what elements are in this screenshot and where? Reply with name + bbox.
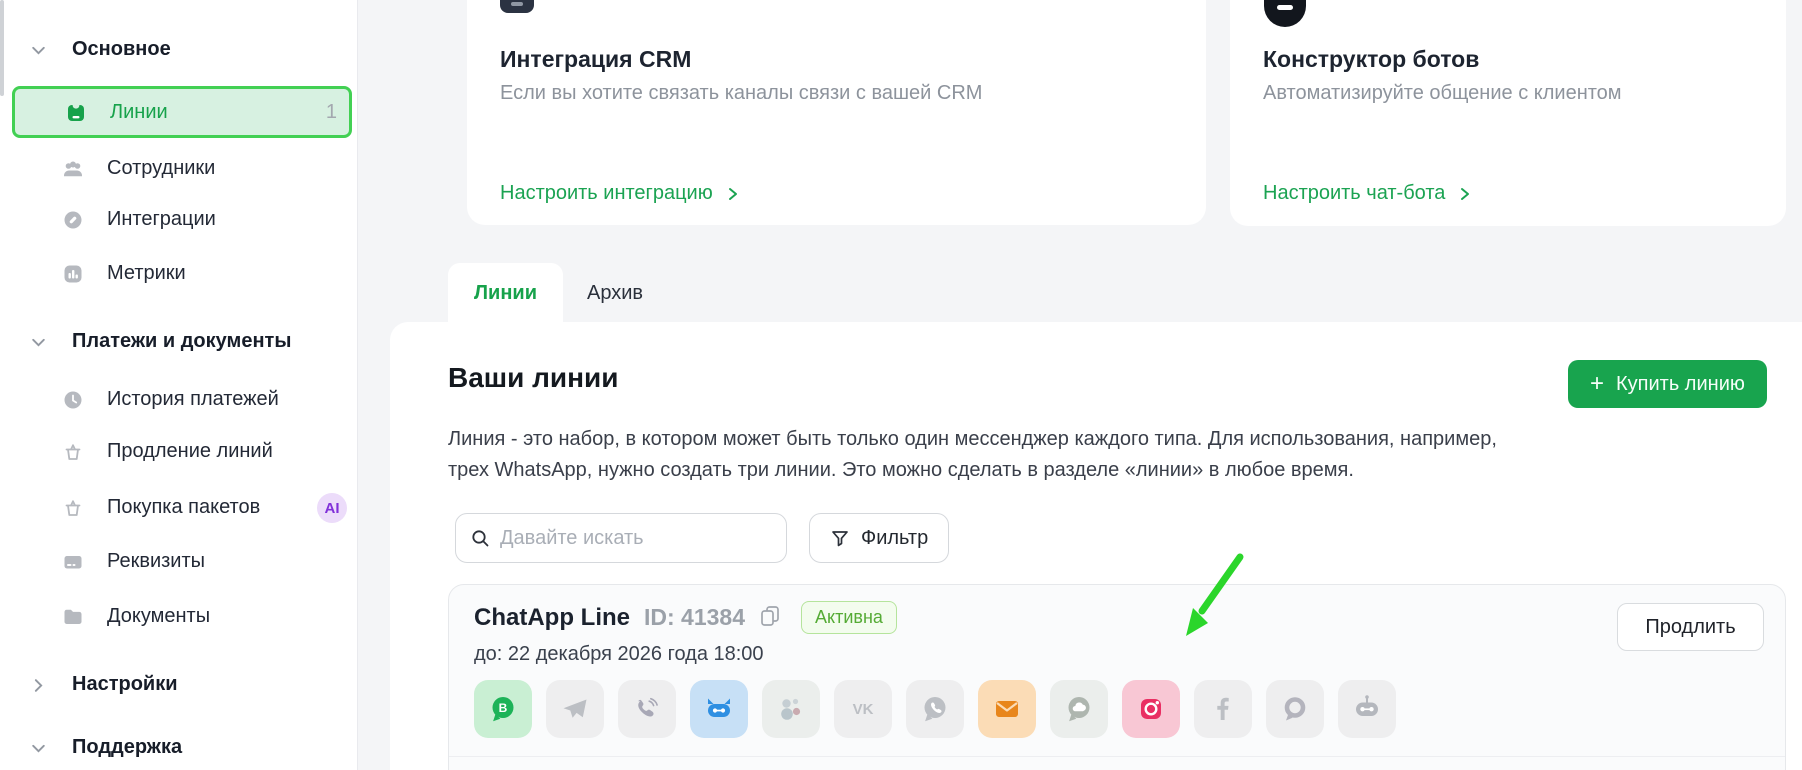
sidebar-item-lines[interactable]: Линии 1	[12, 86, 352, 138]
sidebar-item-label: Продление линий	[107, 440, 273, 463]
status-badge: Активна	[801, 601, 897, 634]
svg-text:VK: VK	[853, 701, 874, 718]
chevron-right-icon	[1457, 186, 1473, 202]
filter-button[interactable]: Фильтр	[809, 513, 949, 563]
sidebar-section-label: Поддержка	[72, 736, 182, 759]
sidebar-section-label: Настройки	[72, 673, 178, 696]
buy-line-button[interactable]: + Купить линию	[1568, 360, 1767, 408]
filter-funnel-icon	[830, 528, 850, 548]
promo-card-title: Интеграция CRM	[500, 46, 691, 73]
line-name: ChatApp Line	[474, 604, 630, 632]
promo-card-bots: Конструктор ботов Автоматизируйте общени…	[1230, 0, 1786, 226]
setup-integration-link[interactable]: Настроить интеграцию	[500, 182, 741, 205]
sidebar-item-label: Метрики	[107, 262, 186, 285]
svg-text:B: B	[499, 701, 508, 715]
messenger-icon-telegram[interactable]	[546, 680, 604, 738]
sidebar-item-metrics[interactable]: Метрики	[0, 249, 358, 299]
sidebar-item-requisites[interactable]: Реквизиты	[0, 537, 358, 587]
promo-card-subtitle: Если вы хотите связать каналы связи с ва…	[500, 82, 982, 105]
tab-lines[interactable]: Линии	[448, 263, 563, 325]
sidebar-item-payment-history[interactable]: История платежей	[0, 375, 358, 425]
lines-count-badge: 1	[326, 101, 337, 124]
folder-icon	[62, 606, 84, 628]
line-card: ChatApp Line ID: 41384 Активна до: 22 де…	[448, 584, 1786, 770]
search-box	[455, 513, 787, 563]
sidebar-section-support[interactable]: Поддержка	[0, 723, 358, 770]
card-divider	[449, 756, 1785, 757]
chevron-right-icon	[725, 186, 741, 202]
promo-card-subtitle: Автоматизируйте общение с клиентом	[1263, 82, 1622, 105]
messenger-icons-row: B VK	[474, 680, 1396, 738]
lines-pocket-icon	[65, 102, 87, 124]
sidebar-section-payments[interactable]: Платежи и документы	[0, 317, 358, 367]
messenger-icon-viber[interactable]	[618, 680, 676, 738]
crm-app-icon	[500, 0, 534, 13]
basket-icon	[62, 497, 84, 519]
sidebar-item-package-purchase[interactable]: Покупка пакетов AI	[0, 483, 358, 533]
sidebar-section-main[interactable]: Основное	[0, 25, 358, 75]
sidebar-item-label: Сотрудники	[107, 157, 215, 180]
search-input[interactable]	[500, 514, 780, 562]
tab-archive[interactable]: Архив	[587, 282, 643, 305]
sidebar-item-label: Интеграции	[107, 208, 216, 231]
chevron-right-icon	[30, 677, 47, 699]
messenger-icon-facebook[interactable]	[1194, 680, 1252, 738]
ai-badge: AI	[317, 493, 347, 523]
setup-chatbot-link[interactable]: Настроить чат-бота	[1263, 182, 1473, 205]
clock-icon	[62, 389, 84, 411]
sidebar-item-employees[interactable]: Сотрудники	[0, 144, 358, 194]
sidebar-section-settings[interactable]: Настройки	[0, 660, 358, 710]
main-content: Интеграция CRM Если вы хотите связать ка…	[358, 0, 1802, 770]
search-icon	[470, 528, 491, 554]
messenger-icon-instagram[interactable]	[1122, 680, 1180, 738]
messenger-icon-bot[interactable]	[1338, 680, 1396, 738]
chevron-down-icon	[30, 740, 47, 762]
messenger-icon-chat-bubble[interactable]	[1266, 680, 1324, 738]
lines-description: Линия - это набор, в котором может быть …	[448, 424, 1533, 486]
sidebar-item-label: История платежей	[107, 388, 279, 411]
copy-icon[interactable]	[759, 604, 781, 633]
messenger-icon-chatapp-bot[interactable]	[690, 680, 748, 738]
messenger-icon-cloud-chat[interactable]	[1050, 680, 1108, 738]
messenger-icon-whatsapp-business[interactable]: B	[474, 680, 532, 738]
sidebar-item-integrations[interactable]: Интеграции	[0, 195, 358, 245]
people-icon	[62, 158, 84, 180]
line-id: ID: 41384	[644, 604, 745, 631]
messenger-icon-vk[interactable]: VK	[834, 680, 892, 738]
metrics-icon	[62, 263, 84, 285]
promo-card-title: Конструктор ботов	[1263, 46, 1479, 73]
sidebar-item-label: Линии	[110, 101, 168, 124]
sidebar-item-label: Покупка пакетов	[107, 496, 260, 519]
sidebar: Основное Линии 1 Сотрудники Интеграции	[0, 0, 358, 770]
sidebar-item-line-renewal[interactable]: Продление линий	[0, 427, 358, 477]
integration-icon	[62, 209, 84, 231]
sidebar-item-documents[interactable]: Документы	[0, 592, 358, 642]
sidebar-section-label: Основное	[72, 38, 171, 61]
basket-icon	[62, 441, 84, 463]
bot-icon	[1264, 0, 1306, 27]
messenger-icon-email[interactable]	[978, 680, 1036, 738]
sidebar-section-label: Платежи и документы	[72, 330, 291, 353]
promo-card-crm: Интеграция CRM Если вы хотите связать ка…	[467, 0, 1206, 225]
renew-line-button[interactable]: Продлить	[1617, 603, 1764, 651]
line-expiry-date: до: 22 декабря 2026 года 18:00	[474, 643, 764, 666]
sidebar-item-label: Реквизиты	[107, 550, 205, 573]
sidebar-item-label: Документы	[107, 605, 210, 628]
chevron-down-icon	[30, 42, 47, 64]
plus-icon: +	[1590, 372, 1604, 396]
page-title: Ваши линии	[448, 362, 618, 394]
line-card-header: ChatApp Line ID: 41384 Активна	[474, 601, 897, 634]
messenger-icon-whatsapp[interactable]	[906, 680, 964, 738]
app-window: Основное Линии 1 Сотрудники Интеграции	[0, 0, 1802, 770]
credit-card-icon	[62, 551, 84, 573]
messenger-icon-avito[interactable]	[762, 680, 820, 738]
chevron-down-icon	[30, 334, 47, 356]
